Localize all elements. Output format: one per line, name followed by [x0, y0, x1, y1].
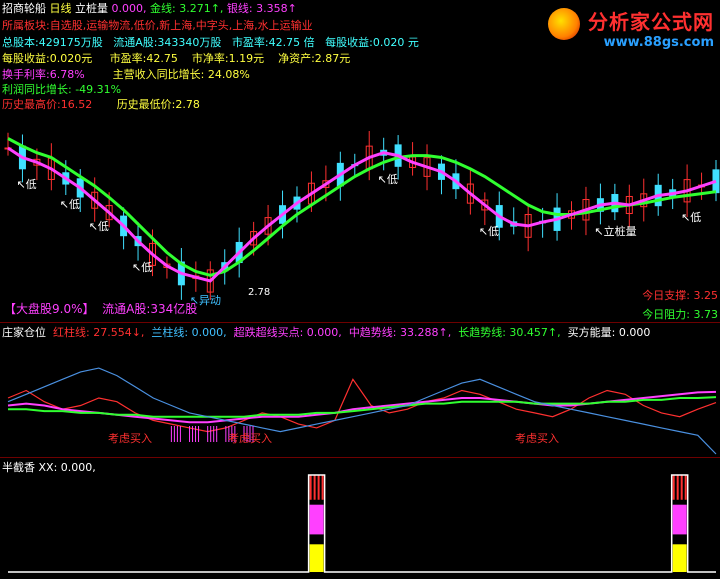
chart-annotation: ↖低	[16, 177, 37, 191]
pb-ratio: 市净率:1.19元	[191, 52, 265, 65]
series-line-银线	[7, 146, 717, 283]
shares-row: 总股本:429175万股 流通A股:343340万股 市盈率:42.75 倍 每…	[2, 36, 419, 50]
mid-trend-value: 中趋势线: 33.288↑,	[348, 326, 452, 339]
xx-bar-red-stripe	[680, 475, 683, 500]
main-moving-lines	[7, 137, 717, 283]
watermark-title: 分析家公式网	[588, 10, 714, 34]
gold-line-value: 金线: 3.271↑,	[150, 2, 224, 15]
chart-annotation: ↖低	[88, 220, 109, 234]
chart-annotation: ↖低	[478, 225, 500, 238]
chart-annotation: ↖低	[132, 261, 153, 275]
blue-line-value: 兰柱线: 0.000,	[151, 326, 227, 339]
panel2-name[interactable]: 庄家仓位	[2, 326, 46, 339]
chart-annotation: ↖低	[59, 198, 80, 212]
chart-annotation: ↖低	[681, 210, 702, 224]
turnover-rate: 换手利率:6.78%	[2, 68, 85, 81]
history-row: 历史最高价:16.52 历史最低价:2.78	[2, 98, 200, 112]
chart-annotation: ↖立桩量	[594, 225, 637, 238]
period-label[interactable]: 日线	[50, 2, 72, 15]
long-trend-value: 长趋势线: 30.457↑,	[458, 326, 561, 339]
xx-bar-yellow	[672, 544, 687, 573]
finance-row: 每股收益:0.020元 市盈率:42.75 市净率:1.19元 净资产:2.87…	[2, 52, 350, 66]
buy-note-2: 考虑买入	[228, 432, 272, 445]
total-shares: 总股本:429175万股	[2, 36, 103, 49]
xx-bar-red-stripe	[672, 475, 675, 500]
income-growth: 主营收入同比增长: 24.08%	[112, 68, 250, 81]
watermark-url: www.88gs.com	[603, 35, 714, 50]
history-high: 历史最高价:16.52	[2, 98, 93, 111]
xx-line	[8, 474, 716, 573]
buy-power-value: 买方能量: 0.000	[567, 326, 651, 339]
half-incense-bars	[8, 474, 716, 573]
panel3-name[interactable]: 半截香	[2, 461, 35, 474]
indicator-value: 0.000,	[111, 2, 147, 15]
red-line-value: 红柱线: 27.554↓,	[53, 326, 145, 339]
pe-ratio: 市盈率:42.75 倍	[231, 36, 315, 49]
xx-bar-red-stripe	[321, 475, 324, 500]
low-price-label: 2.78	[248, 287, 271, 298]
xx-bar-magenta	[309, 504, 324, 535]
panel2-line-红柱线	[7, 378, 717, 433]
sectors-text: 所属板块:自选股,运输物流,低价,新上海,中字头,上海,水上运输业	[2, 19, 313, 32]
bottom-buy-value: 超跌超线买点: 0.000,	[233, 326, 342, 339]
market-cap-row: 【大盘股9.0%】 流通A股:334亿股	[4, 300, 197, 317]
watermark: 分析家公式网 www.88gs.com	[548, 6, 714, 50]
eps-value-2: 每股收益:0.020元	[2, 52, 93, 65]
indicator-name: 立桩量	[75, 2, 108, 15]
logo-icon	[548, 8, 580, 40]
today-support: 今日支撑: 3.25	[642, 289, 718, 302]
growth-row: 换手利率:6.78% 主营收入同比增长: 24.08%	[2, 68, 250, 82]
xx-bar-red-stripe	[684, 475, 687, 500]
series-line-金线	[7, 137, 717, 277]
panel2-header: 庄家仓位 红柱线: 27.554↓, 兰柱线: 0.000, 超跌超线买点: 0…	[2, 326, 650, 340]
panel-divider-bottom	[0, 457, 720, 458]
net-assets: 净资产:2.87元	[278, 52, 351, 65]
xx-bar-red-stripe	[313, 475, 316, 500]
float-amount: 流通A股:334亿股	[102, 302, 198, 316]
security-name[interactable]: 招商轮船	[2, 2, 46, 15]
history-low: 历史最低价:2.78	[116, 98, 200, 111]
panel2-line-长趋势线	[8, 396, 717, 418]
chart-annotation: ↖低	[377, 172, 398, 186]
float-shares: 流通A股:343340万股	[113, 36, 222, 49]
chart-annotation: ↖异动	[189, 294, 222, 307]
eps-value: 每股收益:0.020 元	[325, 36, 419, 49]
buy-note-1: 考虑买入	[108, 432, 152, 445]
xx-bar-magenta	[672, 504, 687, 535]
panel-divider-top	[0, 322, 720, 323]
profit-growth: 利润同比增长: -49.31%	[2, 83, 122, 96]
xx-bar-red-stripe	[317, 475, 320, 500]
silver-line-value: 银线: 3.358↑	[226, 2, 297, 15]
panel3-header: 半截香 XX: 0.000,	[2, 461, 96, 475]
market-cap-type: 【大盘股9.0%】	[4, 302, 95, 316]
xx-bar-yellow	[309, 544, 324, 573]
today-resistance: 今日阻力: 3.73	[642, 308, 718, 321]
panel3-value: XX: 0.000,	[38, 461, 96, 474]
pe-ratio-2: 市盈率:42.75	[109, 52, 178, 65]
header-row-1: 招商轮船 日线 立桩量 0.000, 金线: 3.271↑, 银线: 3.358…	[2, 2, 297, 16]
xx-bar-red-stripe	[309, 475, 312, 500]
buy-note-3: 考虑买入	[515, 432, 559, 445]
xx-bar-red-stripe	[676, 475, 679, 500]
